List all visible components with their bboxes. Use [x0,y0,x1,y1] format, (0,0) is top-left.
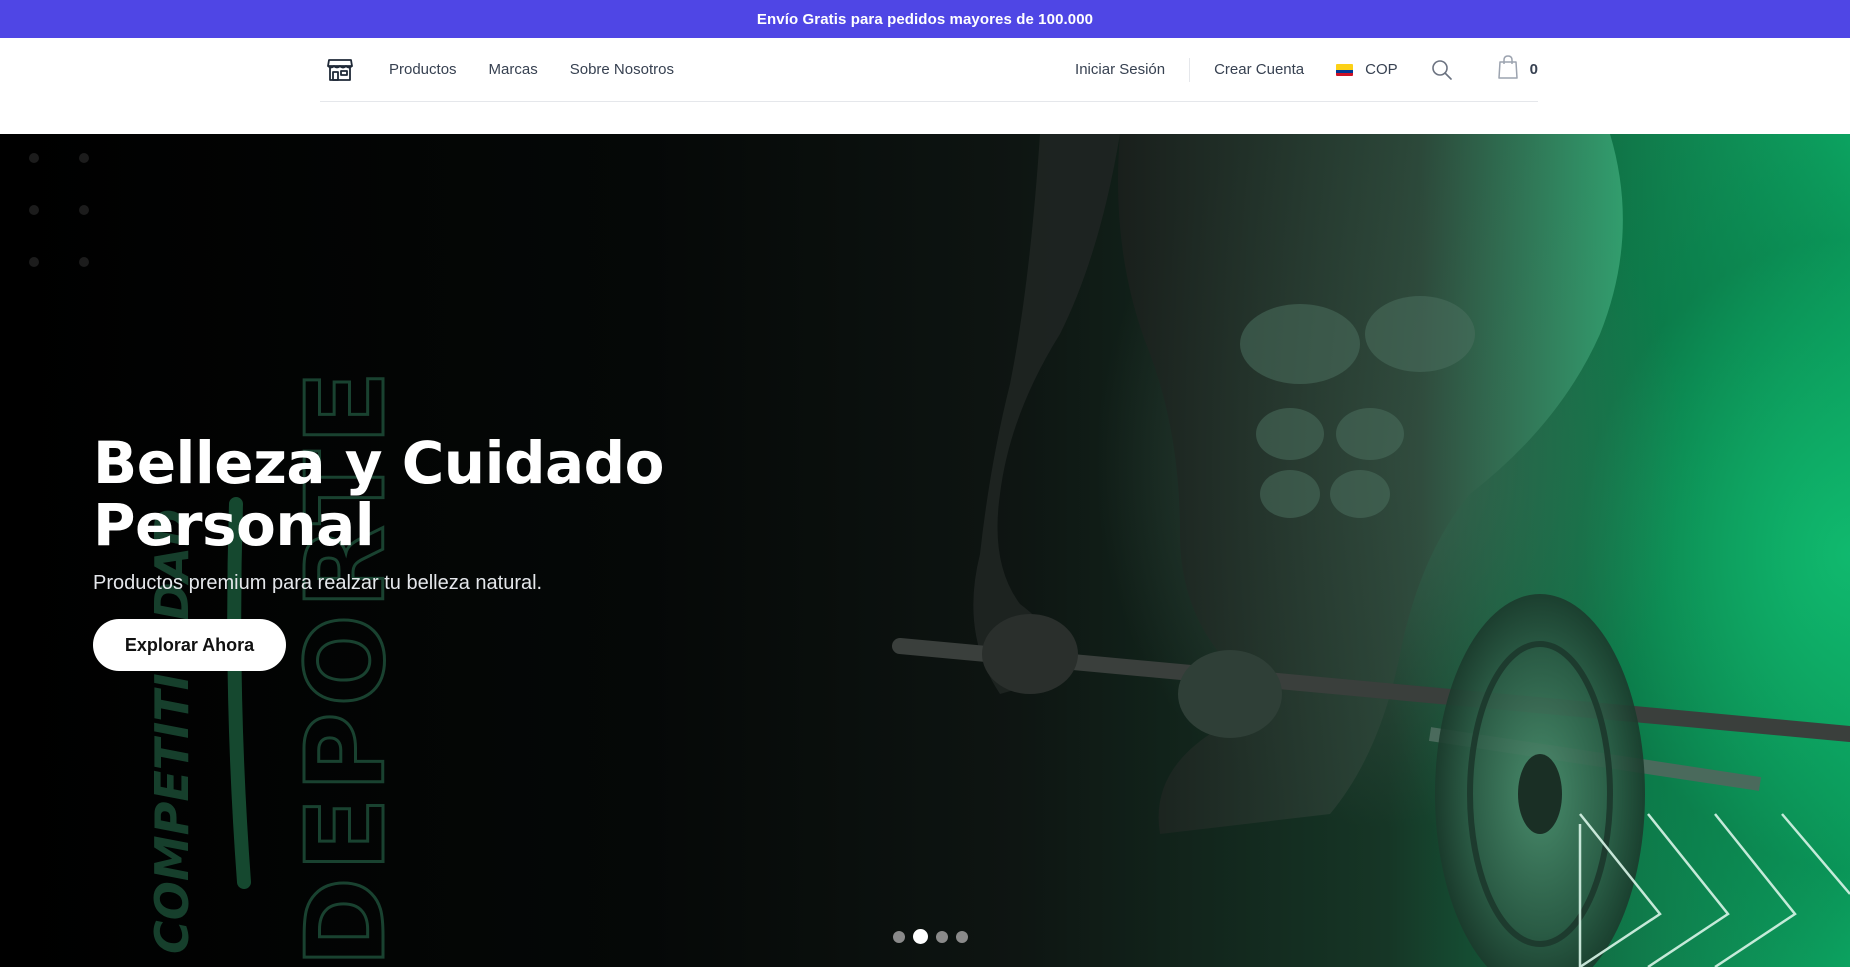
cart-count: 0 [1529,61,1538,78]
carousel-dot-2[interactable] [913,929,928,944]
athlete-image [892,134,1850,967]
page-bottom [0,967,1850,976]
carousel-dots [893,929,976,944]
currency-selector[interactable]: COP [1336,61,1398,78]
hero-title-line1: Belleza y Cuidado [93,429,665,497]
nav-divider [1189,57,1191,82]
nav-productos[interactable]: Productos [389,61,457,78]
carousel-dot-3[interactable] [936,930,948,943]
login-link[interactable]: Iniciar Sesión [1075,61,1165,78]
shopping-bag-icon [1497,55,1518,84]
carousel-dot-4[interactable] [956,930,968,943]
store-icon[interactable] [323,53,357,87]
carousel-dot-1[interactable] [893,930,905,943]
dot-pattern [29,153,89,267]
hero-subtitle: Productos premium para realzar tu bellez… [93,572,543,594]
hero-title-line2: Personal [93,491,375,559]
announcement-bar: Envío Gratis para pedidos mayores de 100… [0,0,1850,38]
nav-marcas[interactable]: Marcas [489,61,538,78]
explore-button[interactable]: Explorar Ahora [93,619,286,671]
account-nav: Iniciar Sesión Crear Cuenta COP 0 [1075,55,1538,84]
currency-label: COP [1365,61,1398,78]
hero-content: Belleza y Cuidado Personal Productos pre… [93,432,713,671]
site-header: Productos Marcas Sobre Nosotros Iniciar … [0,38,1850,134]
announcement-text: Envío Gratis para pedidos mayores de 100… [756,10,1094,28]
nav-sobre-nosotros[interactable]: Sobre Nosotros [570,61,674,78]
main-nav: Productos Marcas Sobre Nosotros [389,61,706,78]
colombia-flag-icon [1336,63,1354,76]
search-icon[interactable] [1430,58,1454,82]
hero-title: Belleza y Cuidado Personal [93,432,713,556]
register-link[interactable]: Crear Cuenta [1214,61,1304,78]
header-navbar: Productos Marcas Sobre Nosotros Iniciar … [320,38,1538,102]
hero-banner: DEPORTE COMPETITIVIDAD Belleza y Cuidado… [0,134,1850,967]
cart-button[interactable]: 0 [1497,55,1538,84]
